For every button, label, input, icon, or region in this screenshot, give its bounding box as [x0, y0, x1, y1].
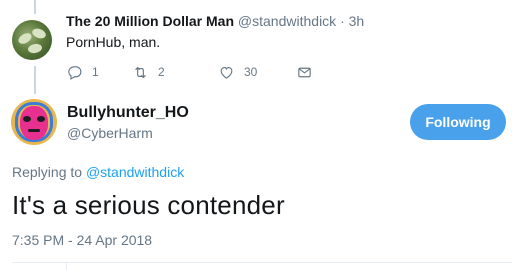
- parent-display-name[interactable]: The 20 Million Dollar Man: [66, 13, 234, 29]
- parent-handle[interactable]: @standwithdick: [238, 13, 336, 29]
- divider-tick: [66, 263, 67, 270]
- direct-message-button[interactable]: [296, 64, 313, 81]
- parent-time-separator: ·: [340, 13, 345, 29]
- avatar-leaf: [27, 42, 43, 55]
- main-handle[interactable]: @CyberHarm: [67, 125, 153, 141]
- parent-tweet[interactable]: The 20 Million Dollar Man @standwithdick…: [0, 0, 512, 94]
- replying-to-mention-link[interactable]: @standwithdick: [86, 164, 184, 180]
- envelope-icon: [298, 67, 311, 77]
- replying-to-label: Replying to: [12, 164, 83, 180]
- parent-timestamp[interactable]: 3h: [349, 13, 365, 29]
- divider: [12, 262, 512, 263]
- reply-icon: [68, 65, 82, 80]
- like-button[interactable]: 30: [218, 64, 296, 81]
- main-display-name[interactable]: Bullyhunter_HO: [67, 104, 189, 122]
- reply-button[interactable]: 1: [66, 64, 132, 81]
- replying-to: Replying to @standwithdick: [12, 164, 184, 180]
- like-count: 30: [244, 65, 258, 79]
- parent-header: The 20 Million Dollar Man @standwithdick…: [66, 13, 364, 29]
- retweet-count: 2: [158, 65, 165, 79]
- avatar-leaf: [30, 26, 48, 41]
- parent-action-bar: 1 2 30: [66, 63, 313, 81]
- main-avatar[interactable]: [11, 99, 57, 145]
- retweet-icon: [135, 66, 146, 78]
- main-tweet-text: It's a serious contender: [12, 190, 285, 220]
- main-tweet-timestamp[interactable]: 7:35 PM - 24 Apr 2018: [12, 232, 152, 248]
- parent-tweet-text: PornHub, man.: [66, 34, 161, 50]
- avatar-leaf: [16, 31, 34, 46]
- reply-count: 1: [92, 65, 99, 79]
- following-button[interactable]: Following: [410, 104, 506, 140]
- retweet-button[interactable]: 2: [132, 64, 218, 81]
- thread-line-connector: [34, 66, 36, 94]
- avatar-mask-face: [20, 106, 48, 140]
- heart-icon: [220, 66, 233, 79]
- parent-avatar[interactable]: [12, 20, 52, 60]
